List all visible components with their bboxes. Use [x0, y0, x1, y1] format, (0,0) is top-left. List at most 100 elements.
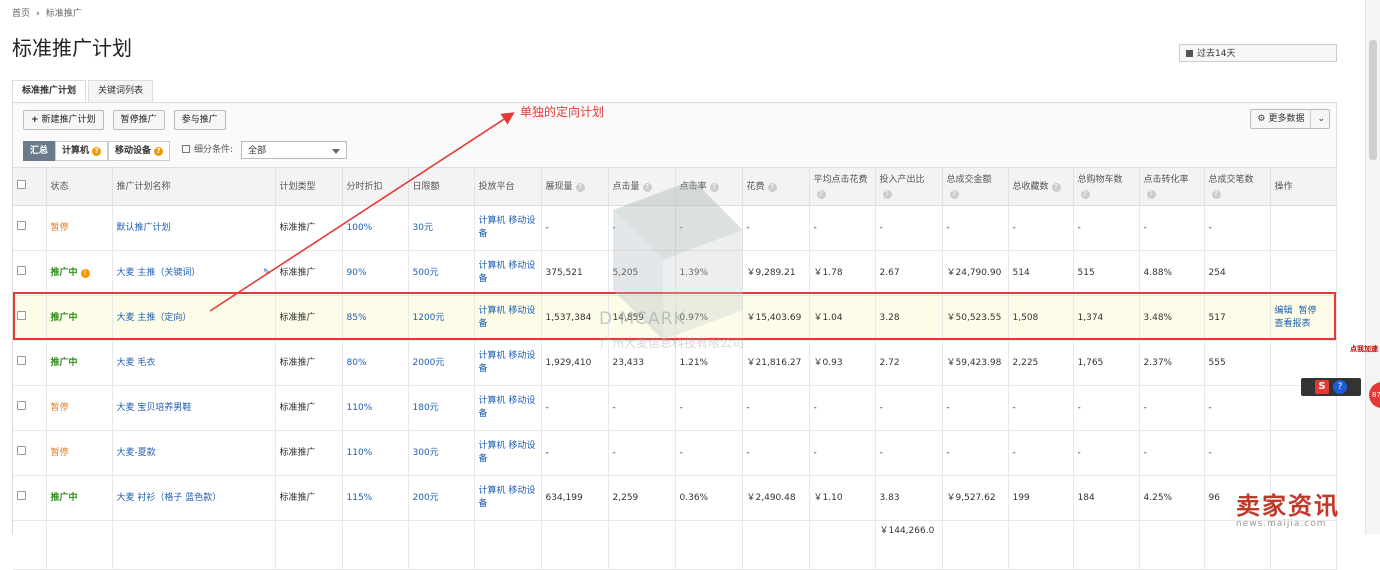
row-select[interactable] [13, 205, 47, 251]
plan-name-cell[interactable]: 大麦 衬衫（格子 蓝色款） [112, 475, 276, 521]
help-icon[interactable]: ? [1333, 380, 1347, 394]
header-carts[interactable]: 总购物车数? [1073, 167, 1140, 206]
limit-link[interactable]: 500元 [413, 268, 439, 278]
header-roi[interactable]: 投入产出比? [875, 167, 943, 206]
condition-select[interactable]: 全部 [241, 141, 348, 159]
plan-name-link[interactable]: 大麦 主推（关键词） [117, 268, 201, 278]
plan-name-link[interactable]: 默认推广计划 [117, 223, 171, 233]
row-select[interactable] [13, 250, 47, 296]
discount-cell[interactable]: 110% [342, 430, 409, 476]
header-cpc[interactable]: 平均点击花费? [809, 167, 876, 206]
header-select-all[interactable] [13, 167, 47, 206]
row-select[interactable] [13, 430, 47, 476]
limit-link[interactable]: 200元 [413, 493, 439, 503]
plan-name-link[interactable]: 大麦 宝贝培养男鞋 [117, 403, 192, 413]
platform-link[interactable]: 计算机 移动设备 [479, 396, 536, 419]
ime-toolbar[interactable]: S? [1301, 378, 1361, 396]
header-orders[interactable]: 总成交笔数? [1204, 167, 1271, 206]
discount-link[interactable]: 100% [347, 223, 373, 233]
help-icon[interactable]: ? [767, 182, 777, 192]
more-data-button[interactable]: ⚙ 更多数据 ⌄ [1250, 109, 1330, 129]
checkbox[interactable] [17, 491, 26, 500]
plan-name-cell[interactable]: 默认推广计划 [112, 205, 276, 251]
row-select[interactable] [13, 475, 47, 521]
discount-link[interactable]: 110% [347, 403, 373, 413]
op-link[interactable]: 查看报表 [1275, 319, 1311, 329]
discount-link[interactable]: 85% [347, 313, 367, 323]
help-icon[interactable]: ? [154, 147, 164, 156]
platform-cell[interactable]: 计算机 移动设备 [474, 475, 542, 521]
platform-link[interactable]: 计算机 移动设备 [479, 306, 536, 329]
scrollbar-thumb[interactable] [1369, 40, 1377, 160]
header-cvr[interactable]: 点击转化率? [1139, 167, 1205, 206]
help-icon[interactable]: ? [1211, 189, 1221, 199]
help-icon[interactable]: ? [882, 189, 892, 199]
row-select[interactable] [13, 340, 47, 386]
help-icon[interactable]: ? [709, 182, 719, 192]
header-impressions[interactable]: 展现量? [541, 167, 609, 206]
help-icon[interactable]: ? [575, 182, 585, 192]
checkbox[interactable] [17, 401, 26, 410]
platform-cell[interactable]: 计算机 移动设备 [474, 250, 542, 296]
platform-link[interactable]: 计算机 移动设备 [479, 261, 536, 284]
header-cost[interactable]: 花费? [742, 167, 810, 206]
header-ctr[interactable]: 点击率? [675, 167, 743, 206]
new-plan-button[interactable]: + 新建推广计划 [23, 110, 104, 130]
discount-link[interactable]: 115% [347, 493, 373, 503]
limit-cell[interactable]: 2000元 [408, 340, 475, 386]
page-scrollbar[interactable] [1365, 0, 1380, 534]
header-favs[interactable]: 总收藏数? [1008, 167, 1074, 206]
plan-name-cell[interactable]: 大麦 毛衣 [112, 340, 276, 386]
platform-cell[interactable]: 计算机 移动设备 [474, 430, 542, 476]
table-row[interactable]: 推广中! 大麦 主推（关键词） ✎ 标准推广 90% 500元 计算机 移动设备 375,52… [13, 250, 1337, 296]
discount-cell[interactable]: 85% [342, 295, 409, 341]
limit-cell[interactable]: 500元 [408, 250, 475, 296]
warning-icon[interactable]: ! [80, 268, 90, 278]
help-icon[interactable]: ? [816, 189, 826, 199]
limit-cell[interactable]: 180元 [408, 385, 475, 431]
platform-link[interactable]: 计算机 移动设备 [479, 441, 536, 464]
op-link[interactable]: 编辑 [1275, 306, 1293, 316]
table-row[interactable]: 暂停 大麦 宝贝培养男鞋 标准推广 110% 180元 计算机 移动设备 - - - - - - - - -… [13, 385, 1337, 431]
table-row[interactable]: 暂停 大麦-夏款 标准推广 110% 300元 计算机 移动设备 - - - - - - - - - - - [13, 430, 1337, 476]
checkbox[interactable] [17, 179, 26, 189]
platform-cell[interactable]: 计算机 移动设备 [474, 205, 542, 251]
platform-link[interactable]: 计算机 移动设备 [479, 216, 536, 239]
help-icon[interactable]: ? [1051, 182, 1061, 192]
plan-name-cell[interactable]: 大麦 主推（定向） [112, 295, 276, 341]
sogou-icon[interactable]: S [1315, 380, 1329, 394]
discount-cell[interactable]: 100% [342, 205, 409, 251]
plan-name-cell[interactable]: 大麦 主推（关键词） ✎ [112, 250, 276, 296]
platform-cell[interactable]: 计算机 移动设备 [474, 385, 542, 431]
help-icon[interactable]: ? [1146, 189, 1156, 199]
segment-summary[interactable]: 汇总 [23, 141, 56, 161]
plan-name-cell[interactable]: 大麦-夏款 [112, 430, 276, 476]
tab-keyword-list[interactable]: 关键词列表 [88, 80, 154, 103]
join-button[interactable]: 参与推广 [173, 110, 226, 130]
checkbox[interactable] [17, 446, 26, 455]
pause-button[interactable]: 暂停推广 [112, 110, 165, 130]
row-select[interactable] [13, 385, 47, 431]
plan-name-link[interactable]: 大麦 衬衫（格子 蓝色款） [117, 493, 222, 503]
limit-link[interactable]: 1200元 [413, 313, 445, 323]
limit-link[interactable]: 2000元 [413, 358, 445, 368]
plan-name-link[interactable]: 大麦 毛衣 [117, 358, 156, 368]
checkbox[interactable] [17, 221, 26, 230]
table-row[interactable]: 推广中 大麦 衬衫（格子 蓝色款） 标准推广 115% 200元 计算机 移动设备 634,… [13, 475, 1337, 521]
tab-standard-plans[interactable]: 标准推广计划 [12, 80, 87, 103]
limit-cell[interactable]: 30元 [408, 205, 475, 251]
header-clicks[interactable]: 点击量? [608, 167, 676, 206]
platform-cell[interactable]: 计算机 移动设备 [474, 340, 542, 386]
discount-link[interactable]: 110% [347, 448, 373, 458]
checkbox[interactable] [17, 311, 26, 320]
help-icon[interactable]: ? [92, 147, 102, 156]
table-row[interactable]: 推广中 大麦 主推（定向） 标准推广 85% 1200元 计算机 移动设备 1,537,38… [13, 295, 1337, 341]
help-icon[interactable]: ? [642, 182, 652, 192]
table-row[interactable]: 推广中 大麦 毛衣 标准推广 80% 2000元 计算机 移动设备 1,929,410 23,… [13, 340, 1337, 386]
checkbox[interactable] [17, 266, 26, 275]
discount-cell[interactable]: 115% [342, 475, 409, 521]
plan-name-link[interactable]: 大麦 主推（定向） [117, 313, 192, 323]
limit-link[interactable]: 300元 [413, 448, 439, 458]
pencil-icon[interactable]: ✎ [263, 267, 271, 280]
limit-cell[interactable]: 1200元 [408, 295, 475, 341]
